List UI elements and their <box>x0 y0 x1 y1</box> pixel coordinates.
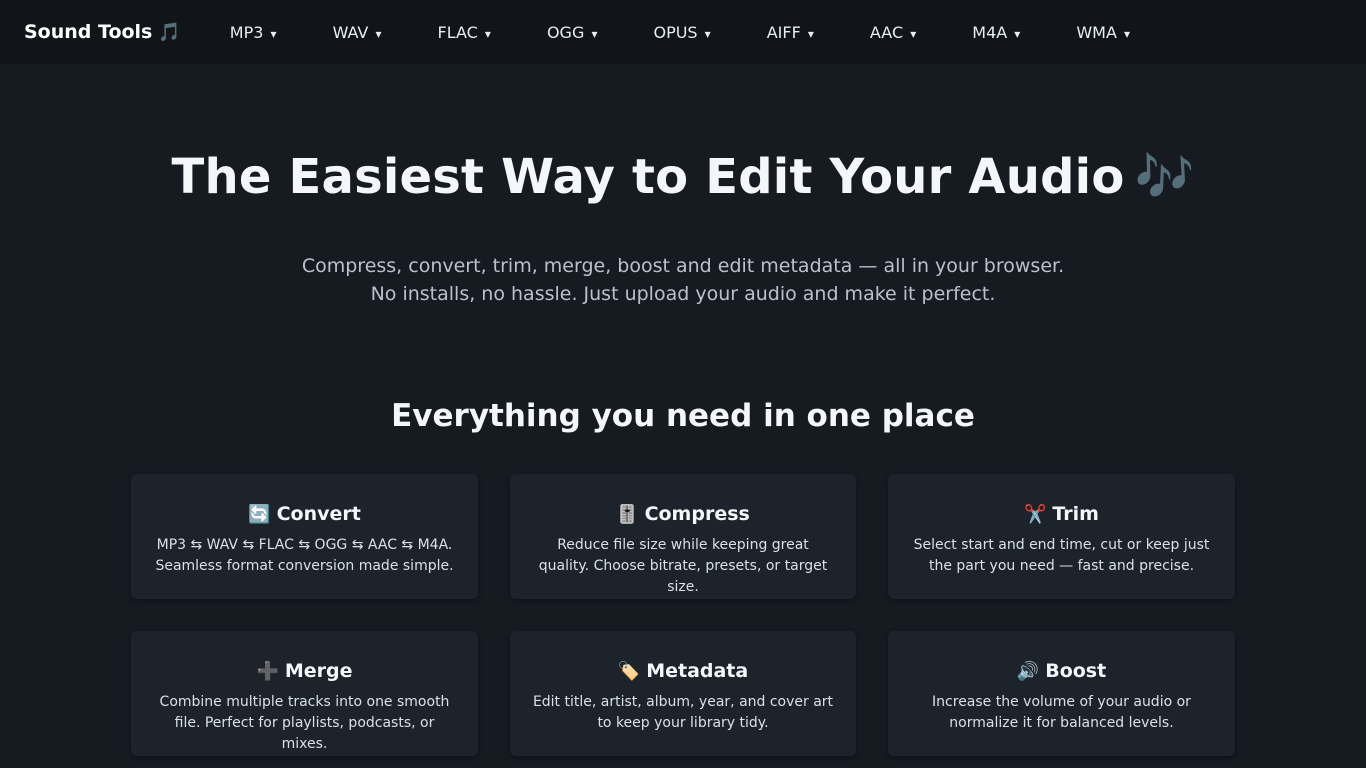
caret-down-icon: ▾ <box>484 26 491 41</box>
nav-item-opus[interactable]: OPUS ▾ <box>636 23 727 42</box>
feature-card-description: Select start and end time, cut or keep j… <box>913 537 1210 574</box>
feature-card-title: 🎚️ Compress <box>510 502 856 526</box>
nav-item-label: WAV <box>332 22 369 42</box>
hero-subtitle-line-2: No installs, no hassle. Just upload your… <box>370 283 996 305</box>
feature-card-description: Reduce file size while keeping great qua… <box>538 537 828 595</box>
hero-subtitle-line-1: Compress, convert, trim, merge, boost an… <box>301 255 1065 277</box>
nav-item-label: OPUS <box>653 22 698 42</box>
nav-item-ogg[interactable]: OGG ▾ <box>530 23 615 42</box>
feature-card-description: Combine multiple tracks into one smooth … <box>159 694 450 752</box>
nav-item-label: WMA <box>1076 22 1117 42</box>
caret-down-icon: ▾ <box>1014 26 1021 41</box>
nav-item-label: OGG <box>546 22 585 42</box>
feature-card-merge[interactable]: ➕ Merge Combine multiple tracks into one … <box>131 631 478 756</box>
caret-down-icon: ▾ <box>1124 26 1131 41</box>
caret-down-icon: ▾ <box>375 26 382 41</box>
feature-card-convert[interactable]: 🔄 Convert MP3 ⇆ WAV ⇆ FLAC ⇆ OGG ⇆ AAC ⇆ … <box>131 474 478 599</box>
speaker-icon: 🔊 <box>1016 660 1040 682</box>
feature-card-title-text: Merge <box>284 660 353 682</box>
convert-icon: 🔄 <box>248 503 271 525</box>
caret-down-icon: ▾ <box>704 26 711 41</box>
nav-item-label: AIFF <box>766 22 801 42</box>
nav-item-label: AAC <box>869 22 904 42</box>
hero-subtitle: Compress, convert, trim, merge, boost an… <box>0 252 1366 308</box>
scissors-icon: ✂️ <box>1024 503 1047 525</box>
caret-down-icon: ▾ <box>807 26 814 41</box>
feature-card-title: 🔄 Convert <box>131 502 478 526</box>
nav-item-mp3[interactable]: MP3 ▾ <box>213 23 294 42</box>
nav-item-aac[interactable]: AAC ▾ <box>853 23 933 42</box>
music-notes-icon: 🎶 <box>1134 149 1195 205</box>
slider-icon: 🎚️ <box>616 503 639 525</box>
feature-card-title: 🔊 Boost <box>888 659 1235 683</box>
nav-item-label: MP3 <box>229 22 264 42</box>
features-heading: Everything you need in one place <box>391 398 975 434</box>
feature-card-description: Increase the volume of your audio or nor… <box>932 694 1191 731</box>
nav-item-wma[interactable]: WMA ▾ <box>1059 23 1147 42</box>
feature-grid: 🔄 Convert MP3 ⇆ WAV ⇆ FLAC ⇆ OGG ⇆ AAC ⇆ … <box>131 474 1235 756</box>
caret-down-icon: ▾ <box>910 26 917 41</box>
feature-card-title-text: Convert <box>276 503 361 525</box>
feature-card-description: Edit title, artist, album, year, and cov… <box>532 694 834 731</box>
format-nav: MP3 ▾ WAV ▾ FLAC ▾ OGG ▾ OPUS ▾ AIFF ▾ A… <box>213 23 1169 42</box>
caret-down-icon: ▾ <box>591 26 598 41</box>
feature-card-title-text: Compress <box>644 503 750 525</box>
tag-icon: 🏷️ <box>617 660 641 682</box>
hero-title-text: The Easiest Way to Edit Your Audio <box>171 149 1125 205</box>
feature-card-description: MP3 ⇆ WAV ⇆ FLAC ⇆ OGG ⇆ AAC ⇆ M4A. Seam… <box>155 537 454 574</box>
nav-item-label: M4A <box>972 22 1008 42</box>
nav-item-flac[interactable]: FLAC ▾ <box>421 23 508 42</box>
nav-item-label: FLAC <box>437 22 478 42</box>
feature-card-title: ➕ Merge <box>131 659 478 683</box>
feature-card-title-text: Trim <box>1052 503 1099 525</box>
hero-title: The Easiest Way to Edit Your Audio 🎶 <box>0 148 1366 206</box>
nav-item-wav[interactable]: WAV ▾ <box>316 23 399 42</box>
nav-item-aiff[interactable]: AIFF ▾ <box>750 23 831 42</box>
nav-item-m4a[interactable]: M4A ▾ <box>955 23 1037 42</box>
top-navbar: Sound Tools 🎵 MP3 ▾ WAV ▾ FLAC ▾ OGG ▾ O… <box>0 0 1366 64</box>
brand-logo[interactable]: Sound Tools 🎵 <box>24 21 181 43</box>
plus-icon: ➕ <box>256 660 279 682</box>
feature-card-trim[interactable]: ✂️ Trim Select start and end time, cut or… <box>888 474 1235 599</box>
music-note-icon: 🎵 <box>158 21 181 43</box>
feature-card-title: 🏷️ Metadata <box>510 659 856 683</box>
hero-section: The Easiest Way to Edit Your Audio 🎶 Comp… <box>0 64 1366 308</box>
feature-card-boost[interactable]: 🔊 Boost Increase the volume of your audio… <box>888 631 1235 756</box>
feature-card-title: ✂️ Trim <box>888 502 1235 526</box>
feature-card-title-text: Metadata <box>646 660 749 682</box>
caret-down-icon: ▾ <box>270 26 277 41</box>
feature-card-title-text: Boost <box>1045 660 1107 682</box>
feature-card-compress[interactable]: 🎚️ Compress Reduce file size while keepin… <box>510 474 856 599</box>
main-content: The Easiest Way to Edit Your Audio 🎶 Comp… <box>0 64 1366 756</box>
brand-name: Sound Tools <box>24 21 153 43</box>
feature-card-metadata[interactable]: 🏷️ Metadata Edit title, artist, album, ye… <box>510 631 856 756</box>
